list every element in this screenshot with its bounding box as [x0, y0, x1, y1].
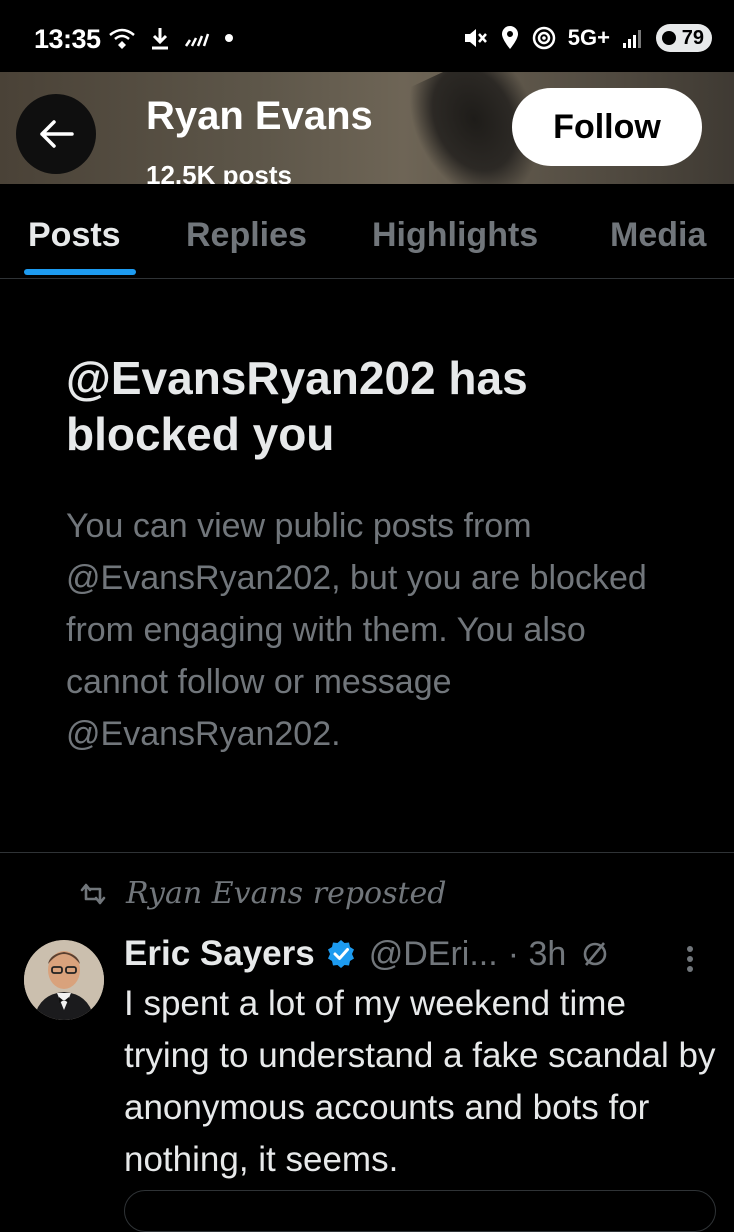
- tab-highlights[interactable]: Highlights: [372, 216, 538, 255]
- tab-media[interactable]: Media: [610, 216, 706, 255]
- dot-icon: [225, 34, 233, 42]
- tweet-author-handle[interactable]: @DEri...: [369, 935, 498, 974]
- back-button[interactable]: [16, 94, 96, 174]
- tab-replies[interactable]: Replies: [186, 216, 307, 255]
- repost-indicator: Ryan Evans reposted: [78, 876, 447, 911]
- repost-label: Ryan Evans reposted: [126, 876, 447, 911]
- status-right-icons: 5G+ 79: [462, 24, 712, 52]
- blocked-title: @EvansRyan202 has blocked you: [66, 352, 528, 460]
- arrow-left-icon: [40, 120, 74, 148]
- tweet-header: Eric Sayers @DEri... · 3h: [124, 934, 610, 974]
- mute-icon: [464, 29, 487, 47]
- quoted-post-card[interactable]: [124, 1190, 716, 1232]
- hotspot-icon: [532, 26, 556, 50]
- signal-off-icon: [184, 33, 210, 47]
- follow-button[interactable]: Follow: [512, 88, 702, 166]
- repost-icon: [80, 883, 106, 904]
- divider: [0, 852, 734, 853]
- download-icon: [152, 28, 168, 50]
- edited-icon: [583, 942, 607, 966]
- tweet-timestamp[interactable]: · 3h: [508, 935, 567, 974]
- battery-icon: 79: [656, 24, 712, 52]
- status-time: 13:35: [34, 24, 101, 54]
- battery-saver-dot: [662, 31, 676, 45]
- tweet-text: I spent a lot of my weekend time trying …: [124, 984, 716, 1179]
- tweet-author-name[interactable]: Eric Sayers: [124, 934, 315, 974]
- profile-header: Ryan Evans 12.5K posts Follow: [0, 72, 734, 184]
- verified-badge-icon: [327, 940, 354, 968]
- network-type: 5G+: [567, 25, 610, 50]
- blocked-description: You can view public posts from @EvansRya…: [66, 507, 647, 753]
- avatar-portrait: [24, 940, 104, 1020]
- status-left-icons: [108, 26, 234, 50]
- avatar[interactable]: [24, 940, 104, 1020]
- profile-tabs: Posts Replies Highlights Media: [0, 184, 734, 279]
- signal-bars-icon: [623, 30, 641, 48]
- status-bar: 13:35 5G+ 79: [0, 0, 734, 72]
- location-icon: [501, 26, 518, 49]
- profile-name: Ryan Evans: [146, 94, 373, 138]
- more-options-icon[interactable]: [684, 944, 696, 974]
- active-tab-indicator: [24, 269, 136, 275]
- wifi-calling-icon: [109, 28, 135, 49]
- tab-posts[interactable]: Posts: [28, 216, 121, 255]
- profile-post-count: 12.5K posts: [146, 160, 292, 184]
